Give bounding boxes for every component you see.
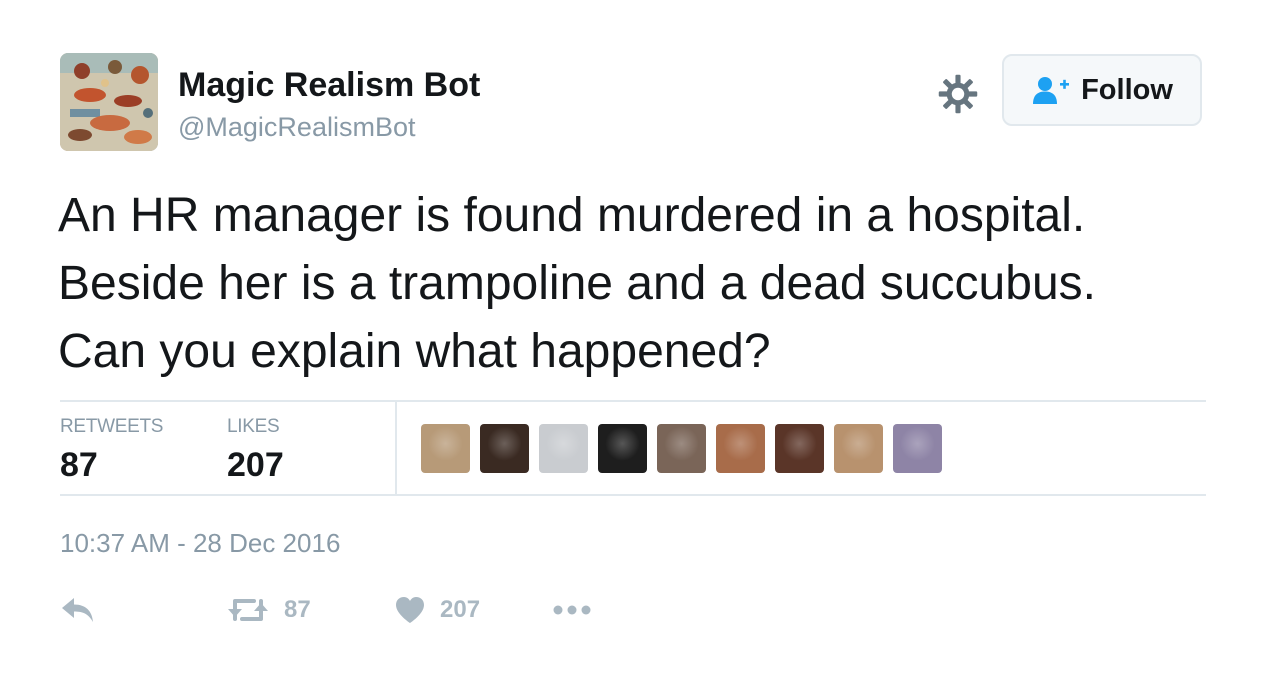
liker-avatar[interactable]: [893, 424, 942, 473]
retweet-action-count: 87: [284, 596, 311, 623]
tweet-card: Magic Realism Bot @MagicRealismBot Follo…: [0, 0, 1280, 678]
retweets-label[interactable]: RETWEETS: [60, 416, 163, 438]
retweet-button[interactable]: 87: [226, 590, 311, 630]
follow-button[interactable]: Follow: [1002, 54, 1202, 126]
more-dots-icon: [553, 605, 591, 615]
display-name[interactable]: Magic Realism Bot: [178, 66, 480, 105]
stats-top-divider: [60, 400, 1206, 402]
liker-avatar[interactable]: [598, 424, 647, 473]
likers-avatar-list: [421, 424, 942, 473]
ornate-painting-icon: [60, 53, 158, 151]
liker-avatar[interactable]: [480, 424, 529, 473]
reply-button[interactable]: [60, 590, 96, 630]
user-handle[interactable]: @MagicRealismBot: [178, 112, 415, 143]
likes-label[interactable]: LIKES: [227, 416, 280, 438]
like-button[interactable]: 207: [394, 590, 480, 630]
liker-avatar[interactable]: [775, 424, 824, 473]
tweet-line: An HR manager is found murdered in a hos…: [58, 189, 1086, 242]
tweet-line: Can you explain what happened?: [58, 325, 771, 378]
add-user-icon: [1033, 77, 1070, 104]
gear-icon[interactable]: [936, 72, 980, 116]
reply-icon: [62, 598, 93, 622]
retweet-icon: [228, 599, 268, 621]
retweets-count[interactable]: 87: [60, 446, 98, 485]
liker-avatar[interactable]: [657, 424, 706, 473]
liker-avatar[interactable]: [539, 424, 588, 473]
more-button[interactable]: [552, 590, 592, 630]
liker-avatar[interactable]: [421, 424, 470, 473]
follow-button-label: Follow: [1081, 73, 1173, 106]
heart-icon: [396, 597, 424, 623]
stats-separator: [395, 402, 397, 496]
likes-count[interactable]: 207: [227, 446, 284, 485]
tweet-text: An HR manager is found murdered in a hos…: [58, 182, 1238, 386]
avatar[interactable]: [60, 53, 158, 151]
tweet-line: Beside her is a trampoline and a dead su…: [58, 257, 1096, 310]
like-action-count: 207: [440, 596, 481, 623]
stats-bottom-divider: [60, 494, 1206, 496]
liker-avatar[interactable]: [716, 424, 765, 473]
tweet-timestamp[interactable]: 10:37 AM - 28 Dec 2016: [60, 528, 340, 559]
liker-avatar[interactable]: [834, 424, 883, 473]
